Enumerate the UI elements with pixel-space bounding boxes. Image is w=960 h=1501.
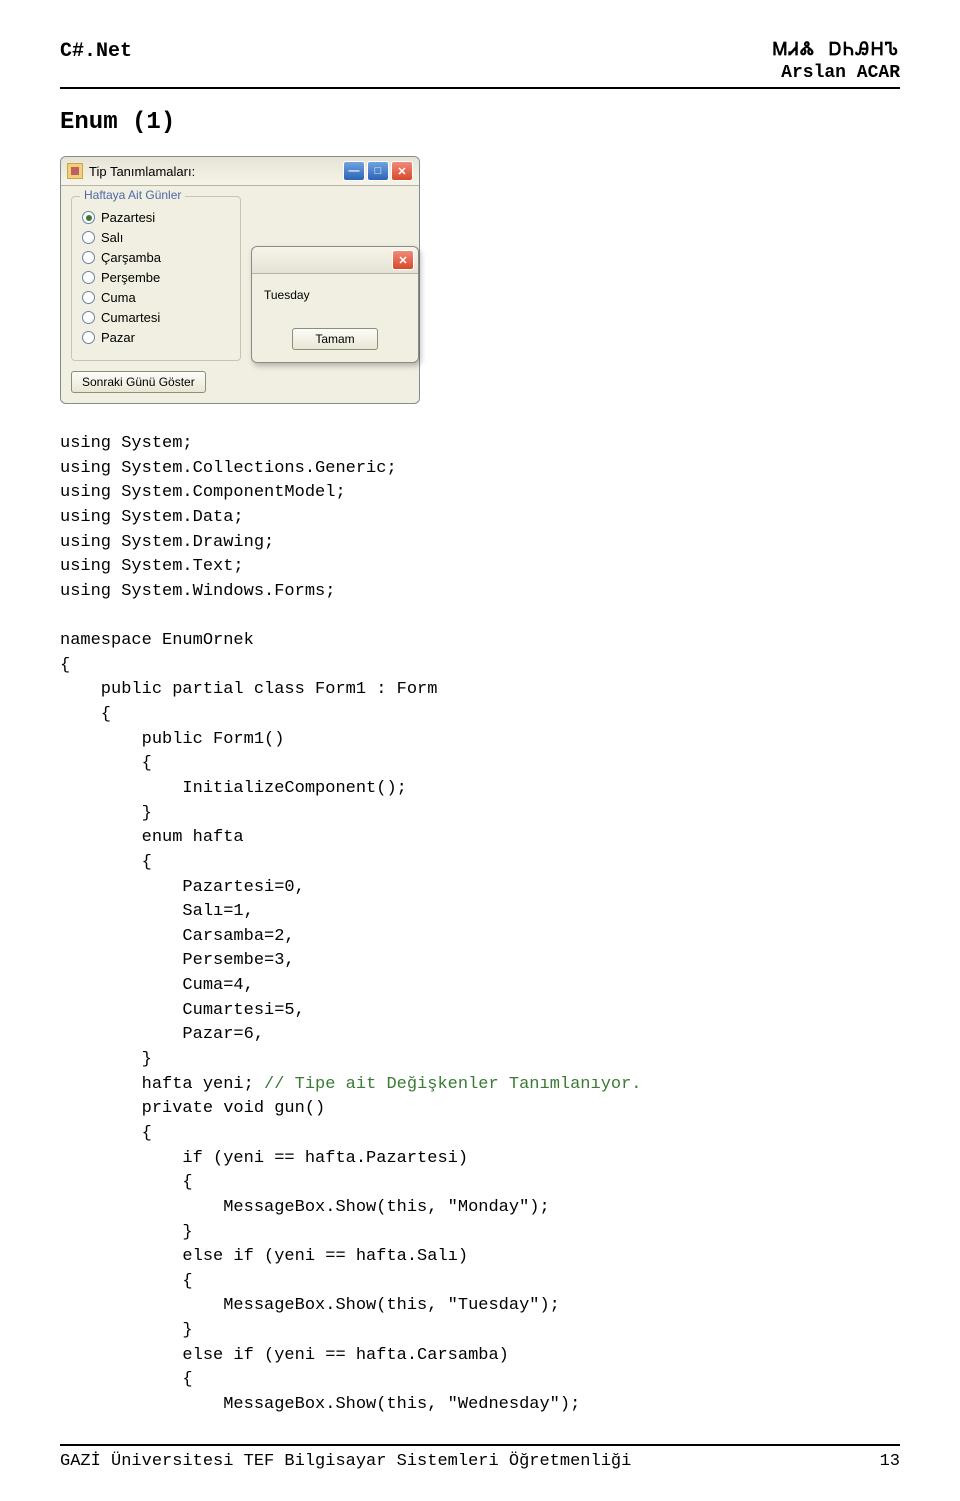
code-line: } [60, 1223, 193, 1242]
footer-text: GAZİ Üniversitesi TEF Bilgisayar Sisteml… [60, 1452, 631, 1471]
radio-icon [82, 331, 95, 344]
code-line: Carsamba=2, [60, 927, 295, 946]
code-line: else if (yeni == hafta.Salı) [60, 1247, 468, 1266]
radio-pazar[interactable]: Pazar [82, 330, 230, 345]
radio-pazartesi[interactable]: Pazartesi [82, 210, 230, 225]
code-line: using System.Drawing; [60, 533, 274, 552]
message-dialog: ✕ Tuesday Tamam [251, 246, 419, 363]
code-line: using System; [60, 434, 193, 453]
code-line: } [60, 1321, 193, 1340]
code-comment: // Tipe ait Değişkenler Tanımlanıyor. [264, 1075, 641, 1094]
header-author: Arslan ACAR [773, 63, 900, 83]
radio-carsamba[interactable]: Çarşamba [82, 250, 230, 265]
header-glyphs: ᎷᏗᏜ ᎠᏂᎯᎻᏖ [773, 40, 900, 61]
page-title: Enum (1) [60, 109, 900, 136]
code-line: public partial class Form1 : Form [60, 680, 437, 699]
code-line: private void gun() [60, 1099, 325, 1118]
radio-label: Pazartesi [101, 210, 155, 225]
minimize-button[interactable]: — [343, 161, 365, 181]
code-line: { [60, 1124, 152, 1143]
code-line: { [60, 656, 70, 675]
maximize-button[interactable]: □ [367, 161, 389, 181]
radio-persembe[interactable]: Perşembe [82, 270, 230, 285]
page-number: 13 [880, 1452, 900, 1471]
radio-icon [82, 231, 95, 244]
radio-icon [82, 251, 95, 264]
radio-sali[interactable]: Salı [82, 230, 230, 245]
code-line: using System.ComponentModel; [60, 483, 346, 502]
code-line: using System.Windows.Forms; [60, 582, 335, 601]
header-left: C#.Net [60, 40, 132, 63]
radio-label: Cuma [101, 290, 136, 305]
code-line: hafta yeni; [60, 1075, 264, 1094]
code-line: enum hafta [60, 828, 244, 847]
header-right: ᎷᏗᏜ ᎠᏂᎯᎻᏖ Arslan ACAR [773, 40, 900, 83]
code-line: InitializeComponent(); [60, 779, 407, 798]
radio-icon [82, 311, 95, 324]
page-header: C#.Net ᎷᏗᏜ ᎠᏂᎯᎻᏖ Arslan ACAR [60, 40, 900, 89]
code-line: Salı=1, [60, 902, 254, 921]
code-line: else if (yeni == hafta.Carsamba) [60, 1346, 509, 1365]
code-line: { [60, 1173, 193, 1192]
code-line: { [60, 853, 152, 872]
titlebar: Tip Tanımlamaları: — □ ✕ [61, 157, 419, 186]
code-line: Cumartesi=5, [60, 1001, 305, 1020]
code-line: Persembe=3, [60, 951, 295, 970]
page-footer: GAZİ Üniversitesi TEF Bilgisayar Sisteml… [60, 1444, 900, 1471]
dialog-message: Tuesday [264, 288, 406, 302]
radio-label: Pazar [101, 330, 135, 345]
dialog-ok-button[interactable]: Tamam [292, 328, 377, 350]
code-line: { [60, 754, 152, 773]
groupbox-legend: Haftaya Ait Günler [80, 188, 185, 202]
radio-icon [82, 271, 95, 284]
code-line: Pazartesi=0, [60, 878, 305, 897]
window-title: Tip Tanımlamaları: [89, 164, 195, 179]
radio-icon [82, 291, 95, 304]
radio-label: Salı [101, 230, 123, 245]
radio-cumartesi[interactable]: Cumartesi [82, 310, 230, 325]
code-line: { [60, 1272, 193, 1291]
code-line: } [60, 804, 152, 823]
code-line: { [60, 705, 111, 724]
code-line: if (yeni == hafta.Pazartesi) [60, 1149, 468, 1168]
code-line: { [60, 1370, 193, 1389]
days-groupbox: Haftaya Ait Günler Pazartesi Salı Çarşam… [71, 196, 241, 361]
dialog-close-button[interactable]: ✕ [392, 250, 414, 270]
code-line: MessageBox.Show(this, "Monday"); [60, 1198, 550, 1217]
code-line: namespace EnumOrnek [60, 631, 254, 650]
code-line: using System.Text; [60, 557, 244, 576]
app-window: Tip Tanımlamaları: — □ ✕ Haftaya Ait Gün… [60, 156, 420, 404]
radio-label: Cumartesi [101, 310, 160, 325]
radio-label: Perşembe [101, 270, 160, 285]
code-line: public Form1() [60, 730, 284, 749]
radio-cuma[interactable]: Cuma [82, 290, 230, 305]
code-line: Pazar=6, [60, 1025, 264, 1044]
app-icon [67, 163, 83, 179]
code-line: using System.Collections.Generic; [60, 459, 397, 478]
radio-label: Çarşamba [101, 250, 161, 265]
radio-icon [82, 211, 95, 224]
code-line: using System.Data; [60, 508, 244, 527]
code-line: MessageBox.Show(this, "Tuesday"); [60, 1296, 560, 1315]
code-line: Cuma=4, [60, 976, 254, 995]
code-listing: using System; using System.Collections.G… [60, 432, 900, 1418]
next-day-button[interactable]: Sonraki Günü Göster [71, 371, 206, 393]
code-line: } [60, 1050, 152, 1069]
close-button[interactable]: ✕ [391, 161, 413, 181]
code-line: MessageBox.Show(this, "Wednesday"); [60, 1395, 580, 1414]
